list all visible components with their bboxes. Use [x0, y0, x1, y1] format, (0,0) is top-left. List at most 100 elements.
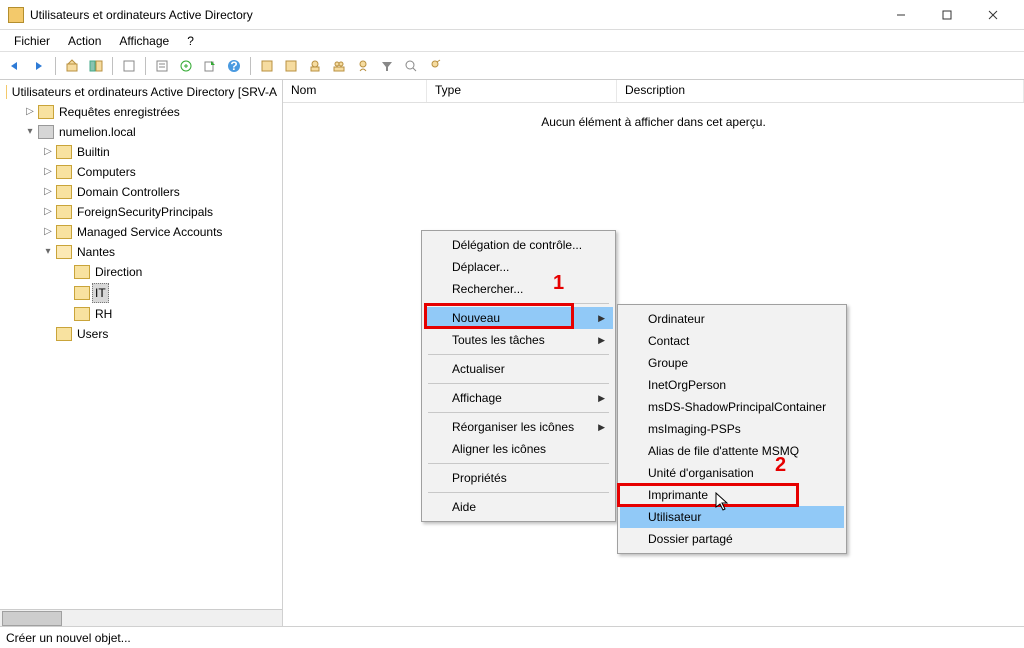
action3-icon[interactable]: [304, 55, 326, 77]
maximize-button[interactable]: [924, 0, 970, 30]
node-label: Computers: [74, 163, 139, 181]
node-label-selected: IT: [92, 283, 109, 303]
ctx-label: Aligner les icônes: [452, 442, 546, 456]
node-label: Builtin: [74, 143, 113, 161]
menu-action[interactable]: Action: [60, 32, 109, 50]
ctx-move[interactable]: Déplacer...: [424, 256, 613, 278]
tree-rh[interactable]: RH: [58, 304, 282, 324]
delete-icon[interactable]: [175, 55, 197, 77]
new-msimaging[interactable]: msImaging-PSPs: [620, 418, 844, 440]
chevron-right-icon: ▶: [598, 335, 605, 346]
action6-icon[interactable]: [424, 55, 446, 77]
filter-icon[interactable]: [376, 55, 398, 77]
tree-nantes[interactable]: ▾Nantes: [40, 242, 282, 262]
new-contact[interactable]: Contact: [620, 330, 844, 352]
tree-fsp[interactable]: ▷ ForeignSecurityPrincipals: [40, 202, 282, 222]
ctx-label: Imprimante: [648, 488, 708, 502]
ctx-label: Utilisateur: [648, 510, 701, 524]
ctx-help[interactable]: Aide: [424, 496, 613, 518]
cut-icon[interactable]: [118, 55, 140, 77]
scrollbar-thumb[interactable]: [2, 611, 62, 626]
tree-builtin[interactable]: ▷ Builtin: [40, 142, 282, 162]
ctx-alltasks[interactable]: Toutes les tâches▶: [424, 329, 613, 351]
tree-dc[interactable]: ▷Domain Controllers: [40, 182, 282, 202]
show-hide-tree-icon[interactable]: [85, 55, 107, 77]
new-ou[interactable]: Unité d'organisation: [620, 462, 844, 484]
column-type[interactable]: Type: [427, 80, 617, 102]
ctx-find[interactable]: Rechercher...: [424, 278, 613, 300]
ctx-align[interactable]: Aligner les icônes: [424, 438, 613, 460]
expand-icon[interactable]: ▷: [42, 163, 54, 181]
minimize-button[interactable]: [878, 0, 924, 30]
back-icon[interactable]: [4, 55, 26, 77]
tree-domain[interactable]: ▾ numelion.local: [22, 122, 282, 142]
new-group[interactable]: Groupe: [620, 352, 844, 374]
ctx-refresh[interactable]: Actualiser: [424, 358, 613, 380]
ctx-arrange[interactable]: Réorganiser les icônes▶: [424, 416, 613, 438]
menu-help[interactable]: ?: [179, 32, 202, 50]
ctx-label: Propriétés: [452, 471, 507, 485]
menu-view[interactable]: Affichage: [111, 32, 177, 50]
context-menu: Délégation de contrôle... Déplacer... Re…: [421, 230, 616, 522]
action1-icon[interactable]: [256, 55, 278, 77]
collapse-icon[interactable]: ▾: [24, 123, 36, 141]
chevron-right-icon: ▶: [598, 313, 605, 324]
up-icon[interactable]: [61, 55, 83, 77]
expand-icon[interactable]: ▷: [42, 223, 54, 241]
tree-users[interactable]: Users: [40, 324, 282, 344]
annotation-number-2: 2: [775, 454, 786, 477]
node-label: Users: [74, 325, 111, 343]
ctx-label: Déplacer...: [452, 260, 509, 274]
new-msmq[interactable]: Alias de file d'attente MSMQ: [620, 440, 844, 462]
tree-computers[interactable]: ▷ Computers: [40, 162, 282, 182]
menu-file[interactable]: Fichier: [6, 32, 58, 50]
domain-icon: [38, 125, 54, 139]
help-icon[interactable]: ?: [223, 55, 245, 77]
statusbar: Créer un nouvel objet...: [0, 626, 1024, 648]
tree-root[interactable]: Utilisateurs et ordinateurs Active Direc…: [4, 82, 282, 102]
ctx-properties[interactable]: Propriétés: [424, 467, 613, 489]
annotation-number-1: 1: [553, 272, 564, 295]
ctx-label: InetOrgPerson: [648, 378, 726, 392]
find-icon[interactable]: [400, 55, 422, 77]
action5-icon[interactable]: [352, 55, 374, 77]
expand-icon[interactable]: ▷: [42, 203, 54, 221]
column-name[interactable]: Nom: [283, 80, 427, 102]
node-label: Requêtes enregistrées: [56, 103, 183, 121]
collapse-icon[interactable]: ▾: [42, 243, 54, 261]
column-description[interactable]: Description: [617, 80, 1024, 102]
new-computer[interactable]: Ordinateur: [620, 308, 844, 330]
node-label: ForeignSecurityPrincipals: [74, 203, 216, 221]
new-share[interactable]: Dossier partagé: [620, 528, 844, 550]
new-inetorg[interactable]: InetOrgPerson: [620, 374, 844, 396]
toolbar: ?: [0, 52, 1024, 80]
horizontal-scrollbar[interactable]: [0, 609, 282, 626]
separator: [428, 383, 609, 384]
svg-text:?: ?: [230, 59, 237, 73]
window-title: Utilisateurs et ordinateurs Active Direc…: [30, 8, 878, 22]
new-msds[interactable]: msDS-ShadowPrincipalContainer: [620, 396, 844, 418]
ctx-view[interactable]: Affichage▶: [424, 387, 613, 409]
properties-icon[interactable]: [151, 55, 173, 77]
folder-icon: [56, 225, 72, 239]
expand-icon[interactable]: ▷: [42, 183, 54, 201]
expand-icon[interactable]: ▷: [42, 143, 54, 161]
action4-icon[interactable]: [328, 55, 350, 77]
node-label: RH: [92, 305, 115, 323]
tree-it[interactable]: IT: [58, 282, 282, 304]
ctx-new[interactable]: Nouveau▶: [424, 307, 613, 329]
ctx-delegation[interactable]: Délégation de contrôle...: [424, 234, 613, 256]
tree-saved-queries[interactable]: ▷ Requêtes enregistrées: [22, 102, 282, 122]
tree-msa[interactable]: ▷Managed Service Accounts: [40, 222, 282, 242]
export-icon[interactable]: [199, 55, 221, 77]
folder-icon: [56, 205, 72, 219]
new-user[interactable]: Utilisateur: [620, 506, 844, 528]
tree-pane[interactable]: Utilisateurs et ordinateurs Active Direc…: [0, 80, 283, 626]
expand-icon[interactable]: ▷: [24, 103, 36, 121]
status-text: Créer un nouvel objet...: [6, 631, 131, 645]
action2-icon[interactable]: [280, 55, 302, 77]
new-printer[interactable]: Imprimante: [620, 484, 844, 506]
close-button[interactable]: [970, 0, 1016, 30]
forward-icon[interactable]: [28, 55, 50, 77]
tree-direction[interactable]: Direction: [58, 262, 282, 282]
